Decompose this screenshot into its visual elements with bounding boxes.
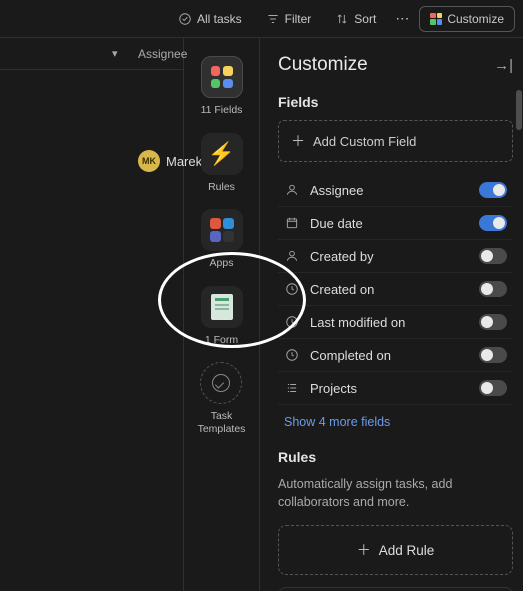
rules-section-title: Rules bbox=[278, 449, 513, 465]
add-custom-field-button[interactable]: ＋ Add Custom Field bbox=[278, 120, 513, 162]
customize-tile-column: 11 Fields ⚡ Rules Apps 1 Form TaskTempla… bbox=[184, 38, 260, 591]
customize-panel: Customize →| Fields ＋ Add Custom Field A… bbox=[260, 38, 523, 591]
rule-preview-card[interactable]: Priority updated to High bbox=[278, 587, 513, 591]
field-label: Due date bbox=[310, 216, 469, 231]
sort-label: Sort bbox=[354, 12, 376, 26]
check-icon bbox=[212, 374, 230, 392]
tile-fields[interactable]: 11 Fields bbox=[201, 56, 243, 117]
sort-button[interactable]: Sort bbox=[326, 7, 385, 31]
clock-icon bbox=[284, 281, 300, 297]
tile-task-templates[interactable]: TaskTemplates bbox=[198, 362, 246, 435]
customize-title: Customize bbox=[278, 54, 368, 76]
field-label: Assignee bbox=[310, 183, 469, 198]
rules-description: Automatically assign tasks, add collabor… bbox=[278, 475, 513, 511]
field-label: Created by bbox=[310, 249, 469, 264]
tile-apps-label: Apps bbox=[210, 257, 234, 270]
top-toolbar: All tasks Filter Sort ⋯ Customize bbox=[0, 0, 523, 38]
all-tasks-button[interactable]: All tasks bbox=[169, 7, 251, 31]
tile-fields-label: 11 Fields bbox=[201, 104, 243, 117]
filter-button[interactable]: Filter bbox=[257, 7, 321, 31]
tile-rules-label: Rules bbox=[208, 181, 235, 194]
assignee-column-header[interactable]: Assignee bbox=[138, 47, 187, 61]
fields-section-title: Fields bbox=[278, 94, 513, 110]
panel-scrollbar[interactable] bbox=[516, 90, 522, 130]
user-icon bbox=[284, 182, 300, 198]
chevron-down-icon[interactable]: ▾ bbox=[112, 47, 118, 60]
plus-icon: ＋ bbox=[291, 131, 305, 151]
bolt-icon: ⚡ bbox=[208, 141, 235, 167]
clock-icon bbox=[284, 314, 300, 330]
field-toggle[interactable] bbox=[479, 248, 507, 264]
field-row-due-date[interactable]: Due date bbox=[278, 207, 513, 240]
tile-rules[interactable]: ⚡ Rules bbox=[201, 133, 243, 194]
plus-icon: ＋ bbox=[357, 540, 371, 560]
customize-button[interactable]: Customize bbox=[419, 6, 515, 32]
field-row-completed-on[interactable]: Completed on bbox=[278, 339, 513, 372]
calendar-icon bbox=[284, 215, 300, 231]
apps-icon bbox=[210, 218, 234, 242]
tile-forms-label: 1 Form bbox=[205, 334, 238, 347]
field-row-projects[interactable]: Projects bbox=[278, 372, 513, 405]
field-toggle[interactable] bbox=[479, 314, 507, 330]
customize-label: Customize bbox=[447, 12, 504, 26]
field-toggle[interactable] bbox=[479, 215, 507, 231]
tile-apps[interactable]: Apps bbox=[201, 209, 243, 270]
sort-icon bbox=[335, 12, 349, 26]
fields-icon bbox=[211, 66, 233, 88]
field-toggle[interactable] bbox=[479, 281, 507, 297]
field-row-assignee[interactable]: Assignee bbox=[278, 174, 513, 207]
filter-label: Filter bbox=[285, 12, 312, 26]
check-circle-icon bbox=[178, 12, 192, 26]
field-toggle[interactable] bbox=[479, 380, 507, 396]
field-label: Last modified on bbox=[310, 315, 469, 330]
user-icon bbox=[284, 248, 300, 264]
all-tasks-label: All tasks bbox=[197, 12, 242, 26]
field-label: Projects bbox=[310, 381, 469, 396]
more-options-button[interactable]: ⋯ bbox=[391, 10, 413, 27]
clock-icon bbox=[284, 347, 300, 363]
show-more-fields-link[interactable]: Show 4 more fields bbox=[284, 415, 390, 429]
field-row-created-on[interactable]: Created on bbox=[278, 273, 513, 306]
collapse-panel-icon[interactable]: →| bbox=[494, 57, 513, 74]
task-list-area: ▾ Assignee MK Marek bbox=[0, 38, 184, 591]
field-toggle[interactable] bbox=[479, 182, 507, 198]
avatar: MK bbox=[138, 150, 160, 172]
add-rule-label: Add Rule bbox=[379, 543, 435, 558]
column-header-row: ▾ Assignee bbox=[0, 38, 183, 70]
form-icon bbox=[211, 294, 233, 320]
field-label: Completed on bbox=[310, 348, 469, 363]
list-icon bbox=[284, 380, 300, 396]
filter-icon bbox=[266, 12, 280, 26]
field-toggle[interactable] bbox=[479, 347, 507, 363]
field-label: Created on bbox=[310, 282, 469, 297]
tile-forms[interactable]: 1 Form bbox=[201, 286, 243, 347]
add-rule-button[interactable]: ＋ Add Rule bbox=[278, 525, 513, 575]
customize-icon bbox=[430, 13, 442, 25]
field-row-last-modified[interactable]: Last modified on bbox=[278, 306, 513, 339]
add-custom-field-label: Add Custom Field bbox=[313, 134, 416, 149]
tile-templates-label: TaskTemplates bbox=[198, 410, 246, 435]
field-row-created-by[interactable]: Created by bbox=[278, 240, 513, 273]
